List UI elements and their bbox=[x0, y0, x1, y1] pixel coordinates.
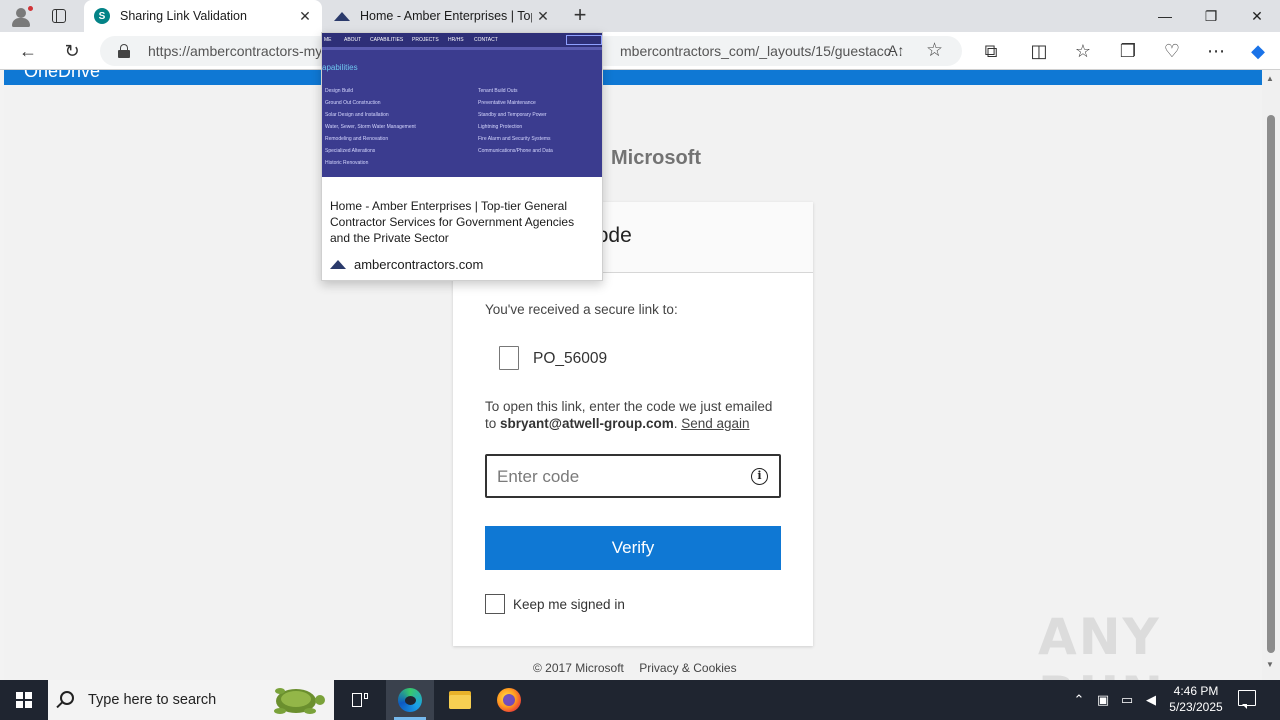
read-aloud-icon[interactable]: A↑ bbox=[888, 42, 904, 58]
turtle-icon bbox=[274, 688, 325, 714]
minimize-button[interactable]: — bbox=[1142, 0, 1188, 32]
preview-domain: ambercontractors.com bbox=[354, 257, 484, 272]
info-icon[interactable]: i bbox=[751, 468, 768, 485]
page-content: OneDrive Microsoft Verification Code You… bbox=[4, 70, 1262, 680]
notification-icon[interactable] bbox=[1238, 690, 1256, 709]
footer-copyright: © 2017 Microsoft bbox=[533, 661, 624, 675]
lock-icon[interactable] bbox=[118, 44, 130, 58]
extensions-icon[interactable]: ⧉ bbox=[977, 37, 1005, 65]
clock-date: 5/23/2025 bbox=[1169, 700, 1223, 714]
code-input[interactable] bbox=[497, 464, 737, 490]
task-view-icon[interactable] bbox=[336, 680, 384, 720]
scroll-down-icon[interactable]: ▼ bbox=[1266, 660, 1274, 669]
amber-logo-icon bbox=[330, 259, 346, 271]
device-icon[interactable]: ▣ bbox=[1094, 680, 1112, 720]
refresh-icon[interactable]: ↻ bbox=[58, 37, 86, 65]
keep-signed-in-checkbox[interactable] bbox=[485, 594, 505, 614]
windows-logo-icon bbox=[16, 692, 32, 708]
tab-actions-icon[interactable] bbox=[50, 7, 68, 25]
privacy-cookies-link[interactable]: Privacy & Cookies bbox=[639, 661, 736, 675]
settings-more-icon[interactable]: ⋯ bbox=[1202, 37, 1230, 65]
file-explorer-icon[interactable] bbox=[436, 680, 484, 720]
anyrun-watermark: ANY RUN bbox=[1038, 608, 1163, 680]
keep-signed-in-label: Keep me signed in bbox=[513, 596, 625, 612]
firefox-icon[interactable] bbox=[485, 680, 533, 720]
thumbnail-heading: apabilities bbox=[322, 63, 358, 72]
split-screen-icon[interactable]: ◫ bbox=[1025, 37, 1053, 65]
tab-title: Home - Amber Enterprises | Top-tier Gene… bbox=[360, 9, 532, 23]
collections-icon[interactable]: ❐ bbox=[1114, 37, 1142, 65]
verify-button[interactable]: Verify bbox=[485, 526, 781, 570]
restore-button[interactable]: ❐ bbox=[1188, 0, 1234, 32]
tab-sharing-link-validation[interactable]: S Sharing Link Validation ✕ bbox=[84, 0, 322, 32]
browser-toolbar: ← ↻ https://ambercontractors-my mbercont… bbox=[0, 32, 1280, 70]
tab-hover-preview[interactable]: ME ABOUT CAPABILITIES PROJECTS HR/HS CONTACT … bbox=[321, 32, 603, 281]
document-icon bbox=[499, 346, 519, 370]
search-placeholder: Type here to search bbox=[88, 692, 217, 708]
microsoft-wordmark: Microsoft bbox=[611, 147, 701, 169]
start-button[interactable] bbox=[0, 680, 48, 720]
tab-title: Sharing Link Validation bbox=[120, 9, 247, 23]
volume-icon[interactable]: ◀ bbox=[1142, 680, 1160, 720]
preview-title: Home - Amber Enterprises | Top-tier Gene… bbox=[330, 199, 575, 245]
thumbnail-nav: ME ABOUT CAPABILITIES PROJECTS HR/HS CONTACT bbox=[322, 33, 602, 47]
favorites-icon[interactable]: ☆ bbox=[1069, 37, 1097, 65]
onedrive-header: OneDrive bbox=[4, 70, 1262, 85]
instruction-text: To open this link, enter the code we jus… bbox=[485, 398, 785, 432]
recipient-email: sbryant@atwell-group.com bbox=[500, 416, 674, 431]
favorite-star-icon[interactable]: ☆ bbox=[926, 39, 943, 62]
scroll-thumb[interactable] bbox=[1267, 115, 1275, 653]
close-window-button[interactable]: ✕ bbox=[1234, 0, 1280, 32]
document-name: PO_56009 bbox=[533, 350, 608, 367]
sharepoint-icon: S bbox=[94, 8, 110, 24]
page-footer: © 2017 Microsoft Privacy & Cookies bbox=[533, 661, 749, 675]
tab-close-icon[interactable]: ✕ bbox=[532, 5, 554, 27]
profile-icon[interactable] bbox=[10, 5, 34, 28]
code-input-box[interactable]: i bbox=[485, 454, 781, 498]
received-text: You've received a secure link to: bbox=[485, 302, 678, 317]
keep-signed-in[interactable]: Keep me signed in bbox=[485, 594, 625, 614]
tray-chevron-icon[interactable]: ⌃ bbox=[1070, 680, 1088, 720]
url-text-left: https://ambercontractors-my bbox=[148, 43, 323, 59]
system-clock[interactable]: 4:46 PM 5/23/2025 bbox=[1160, 683, 1232, 715]
new-tab-button[interactable]: + bbox=[568, 4, 592, 28]
tab-strip: S Sharing Link Validation ✕ Home - Amber… bbox=[0, 0, 1280, 32]
onedrive-title: OneDrive bbox=[24, 70, 101, 81]
network-icon[interactable]: ▭ bbox=[1118, 680, 1136, 720]
tab-amber-enterprises[interactable]: Home - Amber Enterprises | Top-tier Gene… bbox=[324, 0, 560, 32]
page-scrollbar[interactable]: ▲ ▼ bbox=[1262, 70, 1280, 680]
edge-icon[interactable] bbox=[386, 680, 434, 720]
search-icon bbox=[60, 691, 74, 705]
scroll-up-icon[interactable]: ▲ bbox=[1266, 74, 1274, 83]
taskbar-search[interactable]: Type here to search bbox=[48, 680, 334, 720]
url-text-right: mbercontractors_com/_layouts/15/guestacc… bbox=[620, 43, 903, 59]
copilot-icon[interactable]: ◆ bbox=[1244, 37, 1272, 65]
send-again-link[interactable]: Send again bbox=[681, 416, 749, 431]
preview-thumbnail: ME ABOUT CAPABILITIES PROJECTS HR/HS CONTACT … bbox=[322, 33, 602, 177]
browser-essentials-icon[interactable]: ♡ bbox=[1158, 37, 1186, 65]
back-arrow-icon[interactable]: ← bbox=[14, 37, 42, 65]
clock-time: 4:46 PM bbox=[1173, 684, 1219, 698]
amber-logo-icon bbox=[334, 10, 350, 22]
taskbar: Type here to search ⌃ ▣ ▭ ◀ 4:46 PM 5/23… bbox=[0, 680, 1280, 720]
tab-close-icon[interactable]: ✕ bbox=[294, 5, 316, 27]
